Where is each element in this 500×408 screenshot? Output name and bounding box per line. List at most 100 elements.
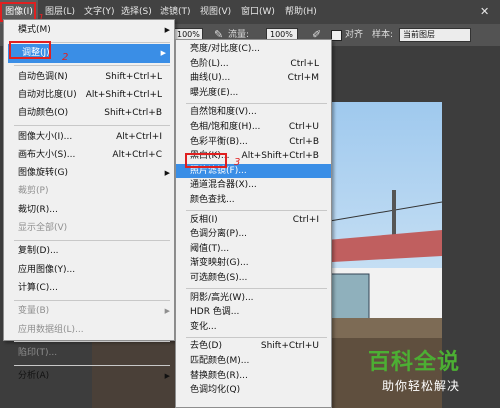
menu-separator: [14, 299, 170, 301]
menu-item-shortcut: Ctrl+U: [288, 122, 319, 132]
menu-item-label: 模式(M): [18, 25, 51, 35]
menu-item-shortcut: Alt+Ctrl+I: [116, 131, 162, 142]
menu-item-label: 亮度/对比度(C)...: [190, 44, 260, 54]
menu-item-label: 阴影/高光(W)...: [190, 292, 254, 303]
adjust-menu-item[interactable]: 自然饱和度(V)...: [176, 105, 331, 120]
submenu-arrow-icon: ▶: [160, 49, 166, 58]
adjust-menu-item[interactable]: 变化...: [176, 320, 331, 335]
adjust-menu-item[interactable]: 曝光度(E)...: [176, 86, 331, 101]
adjust-menu-item[interactable]: 颜色查找...: [176, 193, 331, 208]
watermark-title: 百科全说: [368, 350, 461, 375]
adjust-menu-item[interactable]: 色相/饱和度(H)... Ctrl+U: [176, 120, 331, 135]
image-menu-item[interactable]: 自动对比度(U) Alt+Shift+Ctrl+L: [4, 86, 174, 104]
adjust-menu-item[interactable]: 色调均化(Q): [176, 383, 331, 398]
annotation-number-2: 2: [62, 52, 69, 63]
menu-item-label: 曲线(U)...: [190, 73, 231, 84]
image-menu-item[interactable]: 分析(A) ▶: [4, 367, 174, 385]
menu-item-label: 自动颜色(O): [18, 108, 69, 119]
menu-item-label: 陷印(T)...: [18, 347, 58, 358]
adjust-menu-item[interactable]: 阴影/高光(W)...: [176, 291, 331, 306]
menu-item-label: 渐变映射(G)...: [190, 258, 249, 269]
menu-item-shortcut: Alt+Shift+Ctrl+B: [241, 151, 319, 162]
adjust-menu-item[interactable]: 色彩平衡(B)... Ctrl+B: [176, 135, 331, 150]
adjust-menu-item[interactable]: 去色(D) Shift+Ctrl+U: [176, 339, 331, 354]
menu-item-label: 计算(C)...: [18, 282, 58, 293]
menu-separator: [186, 210, 327, 212]
adjust-menu-item[interactable]: HDR 色调...: [176, 305, 331, 320]
menu-item-shortcut: Alt+Ctrl+C: [112, 149, 162, 160]
menu-separator: [14, 364, 170, 366]
menu-separator: [14, 65, 170, 67]
menu-item-label: 自动对比度(U): [18, 89, 77, 100]
menu-item-label: 曝光度(E)...: [190, 87, 239, 98]
image-menu-item: 裁剪(P): [4, 182, 174, 200]
image-menu-item[interactable]: 自动色调(N) Shift+Ctrl+L: [4, 68, 174, 86]
adjust-menu-item[interactable]: 亮度/对比度(C)...: [176, 42, 331, 57]
adjust-menu-item[interactable]: 渐变映射(G)...: [176, 256, 331, 271]
sample-select[interactable]: 当前图层: [399, 28, 471, 42]
menu-item-label: 图像旋转(G): [18, 168, 68, 179]
adjust-menu-item[interactable]: 替换颜色(R)...: [176, 369, 331, 384]
menu-item-shortcut: Shift+Ctrl+U: [260, 341, 319, 352]
menu-item-label: 色调均化(Q): [190, 385, 241, 396]
menu-item-label: 颜色查找...: [190, 195, 235, 205]
menu-item-label: 通道混合器(X)...: [190, 180, 257, 191]
menu-item-label: 变量(B): [18, 306, 50, 317]
menu-item-label: 色阶(L)...: [190, 58, 229, 69]
adjust-menu-item[interactable]: 色阶(L)... Ctrl+L: [176, 57, 331, 72]
close-icon[interactable]: ✕: [480, 0, 489, 24]
menu-item-label: 自然饱和度(V)...: [190, 107, 257, 118]
menu-item-label: 自动色调(N): [18, 71, 68, 82]
image-menu-item[interactable]: 计算(C)...: [4, 279, 174, 297]
submenu-arrow-icon: ▶: [164, 26, 170, 34]
menu-item-label: 色调分离(P)...: [190, 229, 248, 240]
menu-item-shortcut: Ctrl+I: [292, 214, 319, 225]
menu-item-label: 阈值(T)...: [190, 243, 230, 254]
adjust-menu-item[interactable]: 反相(I) Ctrl+I: [176, 213, 331, 228]
image-menu-item[interactable]: 图像大小(I)... Alt+Ctrl+I: [4, 128, 174, 146]
image-menu: 模式(M) ▶ 调整(J) ▶ 自动色调(N) Shift+Ctrl+L 自动对比度(U) A…: [3, 19, 175, 381]
menu-window[interactable]: 窗口(W): [241, 0, 275, 24]
image-menu-item[interactable]: 应用图像(Y)...: [4, 261, 174, 279]
align-label: 对齐: [345, 30, 364, 40]
adjust-menu-item[interactable]: 曲线(U)... Ctrl+M: [176, 71, 331, 86]
submenu-arrow-icon: ▶: [164, 169, 170, 178]
menu-item-label: 应用数据组(L)...: [18, 324, 84, 335]
menu-item-shortcut: Shift+Ctrl+L: [105, 71, 162, 82]
adjust-menu-item[interactable]: 可选颜色(S)...: [176, 271, 331, 286]
menu-item-label: 画布大小(S)...: [18, 149, 76, 160]
menu-item-label: 反相(I): [190, 214, 218, 225]
menu-separator: [14, 341, 170, 343]
adjust-menu-item[interactable]: 通道混合器(X)...: [176, 178, 331, 193]
menu-separator: [186, 102, 327, 104]
adjustments-submenu: 亮度/对比度(C)... 色阶(L)... Ctrl+L 曲线(U)... Ctrl+M…: [175, 39, 332, 408]
menu-item-label: 变化...: [190, 321, 217, 332]
menu-view[interactable]: 视图(V): [200, 0, 231, 24]
image-menu-item[interactable]: 自动颜色(O) Shift+Ctrl+B: [4, 104, 174, 122]
align-checkbox[interactable]: [331, 30, 342, 41]
menu-separator: [14, 239, 170, 241]
adjust-menu-item[interactable]: 色调分离(P)...: [176, 227, 331, 242]
menu-item-label: 裁剪(P): [18, 186, 49, 197]
image-menu-item[interactable]: 复制(D)...: [4, 242, 174, 260]
menu-item-label: 色相/饱和度(H)...: [190, 122, 261, 132]
image-menu-item[interactable]: 模式(M) ▶: [4, 21, 174, 39]
menu-item-label: 裁切(R)...: [18, 204, 58, 215]
adjust-menu-item[interactable]: 阈值(T)...: [176, 242, 331, 257]
adjust-menu-item[interactable]: 匹配颜色(M)...: [176, 354, 331, 369]
image-menu-item[interactable]: 画布大小(S)... Alt+Ctrl+C: [4, 146, 174, 164]
menu-separator: [186, 288, 327, 290]
menu-item-shortcut: Ctrl+M: [287, 73, 319, 84]
menu-item-label: HDR 色调...: [190, 307, 240, 318]
image-menu-item[interactable]: 图像旋转(G) ▶: [4, 164, 174, 182]
submenu-arrow-icon: ▶: [164, 307, 170, 316]
menu-item-label: 显示全部(V): [18, 223, 68, 233]
menu-item-shortcut: Shift+Ctrl+B: [104, 108, 162, 119]
watermark-subtitle: 助你轻松解决: [382, 379, 461, 393]
sample-label: 样本:: [372, 30, 394, 40]
annotation-number-3: 3: [234, 157, 241, 168]
menu-item-label: 应用图像(Y)...: [18, 264, 76, 275]
menu-help[interactable]: 帮助(H): [285, 0, 317, 24]
annotation-box-black-white: [185, 153, 227, 168]
image-menu-item[interactable]: 裁切(R)...: [4, 201, 174, 219]
